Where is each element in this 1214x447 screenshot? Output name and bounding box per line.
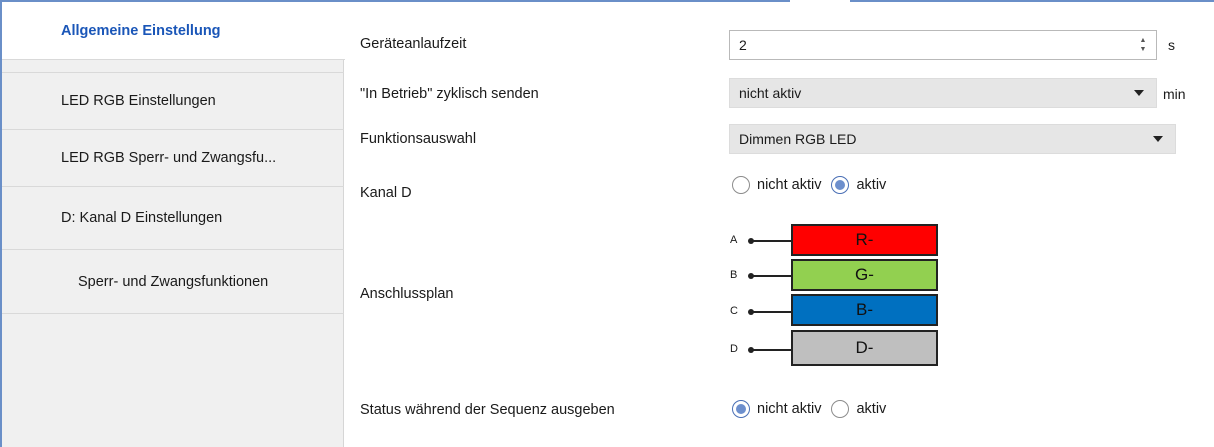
radio-label: aktiv xyxy=(856,177,887,193)
cyclic-send-label: "In Betrieb" zyklisch senden xyxy=(360,86,539,102)
sidebar-item-label: LED RGB Einstellungen xyxy=(61,93,216,109)
radio-label: nicht aktiv xyxy=(757,177,822,193)
pin-label: A xyxy=(730,234,738,246)
sidebar-item-label: LED RGB Sperr- und Zwangsfu... xyxy=(61,150,277,166)
pin-label: B xyxy=(730,269,738,281)
status-sequence-radio-nicht-aktiv[interactable] xyxy=(732,400,750,418)
status-sequence-radio-group: nicht aktiv aktiv xyxy=(732,400,896,418)
pin-label: C xyxy=(730,305,738,317)
wiring-bar-g: G- xyxy=(791,259,938,291)
window-top-border-gap xyxy=(790,0,850,2)
chevron-down-icon xyxy=(1134,90,1144,96)
function-select-value: Dimmen RGB LED xyxy=(739,131,857,147)
channel-d-radio-group: nicht aktiv aktiv xyxy=(732,176,896,194)
channel-d-label: Kanal D xyxy=(360,185,412,201)
pin-wire xyxy=(750,311,794,313)
sidebar-item-label: D: Kanal D Einstellungen xyxy=(61,210,223,226)
wiring-bar-b: B- xyxy=(791,294,938,326)
channel-d-radio-nicht-aktiv[interactable] xyxy=(732,176,750,194)
wiring-diagram: A R- B G- C B- D D- xyxy=(730,222,942,370)
radio-label: aktiv xyxy=(856,401,887,417)
sidebar-item-kanal-d-einstellungen[interactable]: D: Kanal D Einstellungen xyxy=(2,187,344,250)
pin-wire xyxy=(750,240,794,242)
pin-wire xyxy=(750,349,794,351)
sidebar-item-sperr-zwangsfunktionen[interactable]: Sperr- und Zwangsfunktionen xyxy=(2,250,344,314)
radio-label: nicht aktiv xyxy=(757,401,822,417)
status-sequence-radio-aktiv[interactable] xyxy=(831,400,850,418)
spin-down-icon[interactable]: ▼ xyxy=(1140,45,1147,54)
spin-buttons[interactable]: ▲ ▼ xyxy=(1136,31,1150,59)
sidebar-item-allgemeine-einstellung[interactable]: Allgemeine Einstellung xyxy=(2,2,345,60)
spin-up-icon[interactable]: ▲ xyxy=(1140,36,1147,45)
function-select[interactable]: Dimmen RGB LED xyxy=(729,124,1176,154)
cyclic-send-select[interactable]: nicht aktiv xyxy=(729,78,1157,108)
wiring-bar-d: D- xyxy=(791,330,938,366)
startup-time-label: Geräteanlaufzeit xyxy=(360,36,467,52)
sidebar-item-led-rgb-einstellungen[interactable]: LED RGB Einstellungen xyxy=(2,72,344,130)
cyclic-send-unit: min xyxy=(1163,86,1186,102)
channel-d-radio-aktiv[interactable] xyxy=(831,176,850,194)
startup-time-value[interactable]: 2 xyxy=(730,37,1136,53)
pin-wire xyxy=(750,275,794,277)
sidebar: Allgemeine Einstellung LED RGB Einstellu… xyxy=(2,2,345,447)
sidebar-item-label: Allgemeine Einstellung xyxy=(61,22,221,39)
cyclic-send-value: nicht aktiv xyxy=(739,85,802,101)
startup-time-spinbox[interactable]: 2 ▲ ▼ xyxy=(729,30,1157,60)
status-sequence-label: Status während der Sequenz ausgeben xyxy=(360,402,615,418)
chevron-down-icon xyxy=(1153,136,1163,142)
wiring-bar-r: R- xyxy=(791,224,938,256)
sidebar-item-label: Sperr- und Zwangsfunktionen xyxy=(78,273,269,290)
wiring-label: Anschlussplan xyxy=(360,286,454,302)
function-select-label: Funktionsauswahl xyxy=(360,131,477,147)
pin-label: D xyxy=(730,343,738,355)
sidebar-item-led-rgb-sperr[interactable]: LED RGB Sperr- und Zwangsfu... xyxy=(2,130,344,187)
startup-time-unit: s xyxy=(1168,37,1175,53)
